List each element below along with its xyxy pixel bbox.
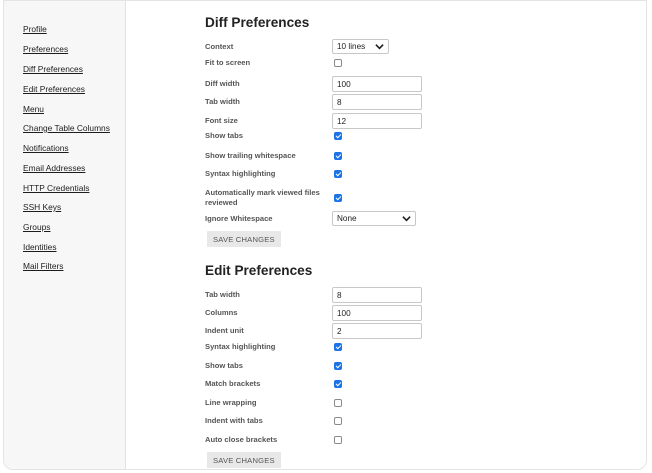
sidebar-item-diff-preferences[interactable]: Diff Preferences	[23, 64, 83, 74]
auto-mark-reviewed-checkbox[interactable]	[334, 194, 342, 202]
edit-tab-width-input[interactable]	[332, 287, 422, 303]
font-size-label: Font size	[205, 116, 238, 125]
sidebar-item-edit-preferences[interactable]: Edit Preferences	[23, 84, 85, 94]
fit-to-screen-label: Fit to screen	[205, 58, 251, 67]
indent-with-tabs-label: Indent with tabs	[205, 416, 263, 425]
diff-tab-width-label: Tab width	[205, 97, 240, 106]
diff-tab-width-input[interactable]	[332, 94, 422, 110]
columns-label: Columns	[205, 308, 238, 317]
indent-unit-label: Indent unit	[205, 326, 244, 335]
diff-preferences-title: Diff Preferences	[205, 15, 310, 30]
line-wrapping-label: Line wrapping	[205, 398, 257, 407]
columns-input[interactable]	[332, 305, 422, 321]
diff-syntax-highlighting-checkbox[interactable]	[334, 170, 342, 178]
sidebar-item-change-table-columns[interactable]: Change Table Columns	[23, 123, 110, 133]
indent-unit-input[interactable]	[332, 323, 422, 339]
sidebar-item-http-credentials[interactable]: HTTP Credentials	[23, 183, 89, 193]
diff-width-label: Diff width	[205, 79, 240, 88]
diff-show-tabs-checkbox[interactable]	[334, 132, 342, 140]
sidebar-item-ssh-keys[interactable]: SSH Keys	[23, 202, 61, 212]
sidebar-item-preferences[interactable]: Preferences	[23, 44, 68, 54]
diff-width-input[interactable]	[332, 76, 422, 92]
edit-tab-width-label: Tab width	[205, 290, 240, 299]
sidebar-item-identities[interactable]: Identities	[23, 242, 57, 252]
ignore-whitespace-label: Ignore Whitespace	[205, 214, 273, 223]
auto-close-brackets-label: Auto close brackets	[205, 435, 278, 444]
chevron-down-icon	[402, 216, 411, 222]
chevron-down-icon	[375, 44, 384, 50]
sidebar-item-mail-filters[interactable]: Mail Filters	[23, 261, 63, 271]
match-brackets-label: Match brackets	[205, 379, 261, 388]
settings-page: Profile Preferences Diff Preferences Edi…	[3, 0, 647, 470]
edit-syntax-highlighting-checkbox[interactable]	[334, 343, 342, 351]
diff-save-changes-button[interactable]: SAVE CHANGES	[207, 231, 281, 247]
sidebar-item-email-addresses[interactable]: Email Addresses	[23, 163, 85, 173]
sidebar-item-groups[interactable]: Groups	[23, 222, 50, 232]
ignore-whitespace-select-value: None	[337, 214, 357, 223]
sidebar-item-profile[interactable]: Profile	[23, 24, 47, 34]
sidebar-item-notifications[interactable]: Notifications	[23, 143, 69, 153]
auto-mark-reviewed-label: Automatically mark viewed files reviewed	[205, 188, 320, 207]
settings-sidebar: Profile Preferences Diff Preferences Edi…	[4, 1, 126, 469]
show-trailing-whitespace-checkbox[interactable]	[334, 152, 342, 160]
context-label: Context	[205, 42, 234, 51]
fit-to-screen-checkbox[interactable]	[334, 59, 342, 67]
edit-show-tabs-label: Show tabs	[205, 361, 243, 370]
show-trailing-whitespace-label: Show trailing whitespace	[205, 151, 296, 160]
edit-syntax-highlighting-label: Syntax highlighting	[205, 342, 276, 351]
edit-save-changes-button[interactable]: SAVE CHANGES	[207, 452, 281, 468]
sidebar-item-menu[interactable]: Menu	[23, 104, 44, 114]
diff-syntax-highlighting-label: Syntax highlighting	[205, 169, 276, 178]
diff-show-tabs-label: Show tabs	[205, 131, 243, 140]
match-brackets-checkbox[interactable]	[334, 380, 342, 388]
auto-close-brackets-checkbox[interactable]	[334, 436, 342, 444]
ignore-whitespace-select[interactable]: None	[332, 211, 416, 226]
line-wrapping-checkbox[interactable]	[334, 399, 342, 407]
context-select[interactable]: 10 lines	[332, 39, 389, 54]
context-select-value: 10 lines	[337, 42, 366, 51]
edit-show-tabs-checkbox[interactable]	[334, 362, 342, 370]
indent-with-tabs-checkbox[interactable]	[334, 417, 342, 425]
edit-preferences-title: Edit Preferences	[205, 263, 313, 278]
font-size-input[interactable]	[332, 113, 422, 129]
